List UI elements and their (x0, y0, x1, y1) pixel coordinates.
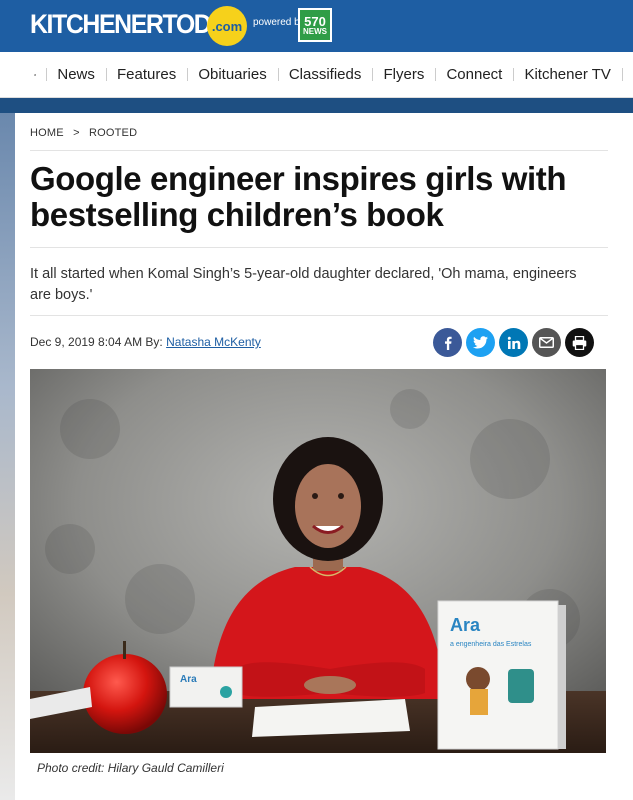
home-icon[interactable] (34, 67, 37, 83)
print-button[interactable] (565, 328, 594, 357)
breadcrumb-rooted[interactable]: ROOTED (89, 127, 137, 139)
email-share-button[interactable] (532, 328, 561, 357)
logo-com-badge[interactable]: .com (207, 6, 247, 46)
facebook-share-button[interactable] (433, 328, 462, 357)
linkedin-share-button[interactable] (499, 328, 528, 357)
nav-item-kitchener-tv[interactable]: Kitchener TV (524, 66, 610, 83)
nav-item-classifieds[interactable]: Classifieds (289, 66, 362, 83)
twitter-icon (473, 336, 488, 349)
twitter-share-button[interactable] (466, 328, 495, 357)
article-summary: It all started when Komal Singh’s 5-year… (30, 266, 577, 303)
nav-item-flyers[interactable]: Flyers (383, 66, 424, 83)
photo-illustration: Ara Ara a engenheira das Estrelas (30, 369, 606, 753)
breadcrumb-separator: > (73, 127, 80, 139)
divider (30, 247, 608, 248)
photo-credit: Photo credit: Hilary Gauld Camilleri (37, 761, 224, 775)
byline: Dec 9, 2019 8:04 AM By: Natasha McKenty (30, 335, 261, 349)
nav-item-news[interactable]: News (57, 66, 95, 83)
site-header: KITCHENERTODAY .com powered by 570 NEWS (0, 0, 633, 52)
article-photo[interactable]: Ara Ara a engenheira das Estrelas (30, 369, 606, 753)
email-icon (539, 337, 554, 348)
divider (30, 315, 608, 316)
breadcrumb: HOME > ROOTED (30, 127, 143, 139)
partner-logo[interactable]: 570 NEWS (298, 8, 332, 42)
photo-big-book-subtitle: a engenheira das Estrelas (450, 641, 532, 648)
by-label: By: (145, 335, 163, 349)
background-edge (0, 113, 15, 800)
linkedin-icon (507, 336, 520, 349)
nav-item-obituaries[interactable]: Obituaries (198, 66, 266, 83)
partner-logo-text: NEWS (303, 26, 327, 36)
powered-by-label: powered by (253, 17, 305, 28)
nav-item-features[interactable]: Features (117, 66, 176, 83)
article-title: Google engineer inspires girls with best… (30, 160, 567, 233)
main-nav: News Features Obituaries Classifieds Fly… (0, 52, 633, 98)
facebook-icon (444, 336, 452, 350)
photo-small-book-title: Ara (180, 674, 197, 685)
divider (30, 150, 608, 151)
article-container: HOME > ROOTED Google engineer inspires g… (15, 113, 633, 800)
print-icon (572, 335, 587, 350)
nav-item-connect[interactable]: Connect (446, 66, 502, 83)
publish-date: Dec 9, 2019 8:04 AM (30, 335, 143, 349)
partner-logo-number: 570 (304, 13, 326, 29)
author-link[interactable]: Natasha McKenty (166, 335, 261, 349)
photo-big-book-title: Ara (450, 615, 481, 635)
breadcrumb-home[interactable]: HOME (30, 127, 64, 139)
share-buttons (433, 328, 594, 357)
